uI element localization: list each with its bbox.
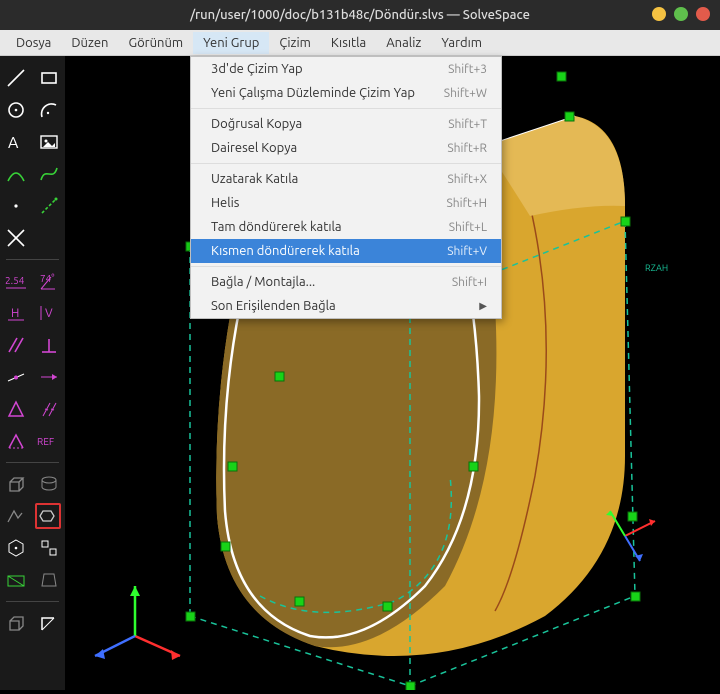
submenu-arrow-icon: ▶ [479,300,487,312]
window-title: /run/user/1000/doc/b131b48c/Döndür.slvs … [190,8,530,22]
line-tool-icon[interactable] [5,67,27,89]
menu-item-shortcut: Shift+V [447,245,487,258]
show-edges-icon[interactable] [38,612,60,634]
svg-text:74°: 74° [40,273,55,284]
menu-çizim[interactable]: Çizim [269,32,321,54]
trim-tool-icon[interactable] [5,227,27,249]
window-controls [652,7,710,21]
svg-text:H: H [11,307,19,320]
horizontal-constraint-icon[interactable]: H [5,302,27,324]
bezier-tool-icon[interactable] [38,163,60,185]
circle-tool-icon[interactable] [5,99,27,121]
menu-item-shortcut: Shift+H [447,197,487,210]
toolbar-spacer [38,227,60,249]
construction-tool-icon[interactable] [38,195,60,217]
menu-item-label: Doğrusal Kopya [211,117,302,131]
menu-item-label: Uzatarak Katıla [211,172,298,186]
tangent-arc-tool-icon[interactable] [5,163,27,185]
symmetric-constraint-icon[interactable] [5,398,27,420]
angle-constraint-icon[interactable]: 74° [37,270,61,292]
revolve-group-icon[interactable] [35,503,61,529]
menu-item-shortcut: Shift+T [448,118,487,131]
svg-text:V: V [45,307,53,320]
toolbar-separator [6,259,59,260]
menu-separator [191,163,501,164]
menu-item-do-rusal-kopya[interactable]: Doğrusal Kopya Shift+T [191,112,501,136]
orient-constraint-icon[interactable] [5,430,27,452]
parallel-constraint-icon[interactable] [5,334,27,356]
rectangle-tool-icon[interactable] [38,67,60,89]
menu-item-tam-d-nd-rerek-kat-la[interactable]: Tam döndürerek katıla Shift+L [191,215,501,239]
extrude-group-icon[interactable] [5,473,27,495]
svg-text:A: A [8,134,19,152]
toolbar-separator [6,601,59,602]
sketch-group-icon[interactable] [4,505,26,527]
menu-item-shortcut: Shift+L [449,221,487,234]
axis-label: RZAH [645,263,668,273]
menu-yardım[interactable]: Yardım [431,32,492,54]
point-on-constraint-icon[interactable] [38,366,60,388]
menu-item-label: Son Erişilenden Bağla [211,299,336,313]
menu-separator [191,266,501,267]
menu-item-label: Helis [211,196,239,210]
new-group-menu: 3d'de Çizim Yap Shift+3 Yeni Çalışma Düzle… [190,56,502,319]
point-tool-icon[interactable] [5,195,27,217]
menu-item-helis[interactable]: Helis Shift+H [191,191,501,215]
perpendicular-constraint-icon[interactable] [38,334,60,356]
menu-item-label: Tam döndürerek katıla [211,220,342,234]
menu-item-label: Kısmen döndürerek katıla [211,244,360,258]
menu-item-shortcut: Shift+W [444,87,487,100]
menu-item-ba-la-montajla-[interactable]: Bağla / Montajla... Shift+I [191,270,501,294]
text-tool-icon[interactable]: A [5,131,27,153]
menu-item-k-smen-d-nd-rerek-kat-la[interactable]: Kısmen döndürerek katıla Shift+V [191,239,501,263]
ortho-view-icon[interactable] [38,537,60,559]
coincident-constraint-icon[interactable] [5,366,27,388]
minimize-button[interactable] [652,7,666,21]
menu-item-uzatarak-kat-la[interactable]: Uzatarak Katıla Shift+X [191,167,501,191]
menu-item-3d-de-izim-yap[interactable]: 3d'de Çizim Yap Shift+3 [191,57,501,81]
lathe-group-icon[interactable] [38,473,60,495]
nearest-iso-icon[interactable] [5,537,27,559]
perspective-icon[interactable] [38,569,60,591]
vertical-constraint-icon[interactable]: V [38,302,60,324]
menu-yeni-grup[interactable]: Yeni Grup [193,32,269,54]
menu-item-label: 3d'de Çizim Yap [211,62,303,76]
svg-text:REF: REF [37,436,54,447]
menu-item-shortcut: Shift+I [452,276,487,289]
menu-analiz[interactable]: Analiz [376,32,431,54]
menu-item-dairesel-kopya[interactable]: Dairesel Kopya Shift+R [191,136,501,160]
menu-kısıtla[interactable]: Kısıtla [321,32,376,54]
arc-tool-icon[interactable] [38,99,60,121]
menu-item-yeni-al-ma-d-zleminde-izim-yap[interactable]: Yeni Çalışma Düzleminde Çizim Yap Shift+W [191,81,501,105]
menu-item-shortcut: Shift+R [447,142,487,155]
menu-dosya[interactable]: Dosya [6,32,61,54]
toolbar-separator [6,462,59,463]
menu-item-label: Dairesel Kopya [211,141,297,155]
menubar: DosyaDüzenGörünümYeni GrupÇizimKısıtlaAn… [0,30,720,56]
workplane-view-icon[interactable] [5,569,27,591]
toolbar: A 2.54 74° H V [0,56,65,690]
menu-separator [191,108,501,109]
orientation-axes-icon [95,586,180,660]
menu-item-label: Yeni Çalışma Düzleminde Çizim Yap [211,86,415,100]
menu-item-son-eri-ilenden-ba-la[interactable]: Son Erişilenden Bağla ▶ [191,294,501,318]
equal-constraint-icon[interactable] [38,398,60,420]
hidden-lines-icon[interactable] [5,612,27,634]
distance-constraint-icon[interactable]: 2.54 [4,270,28,292]
svg-text:2.54: 2.54 [5,275,25,286]
image-tool-icon[interactable] [38,131,60,153]
menu-görünüm[interactable]: Görünüm [118,32,193,54]
menu-item-label: Bağla / Montajla... [211,275,315,289]
menu-item-shortcut: Shift+3 [448,63,487,76]
ref-constraint-icon[interactable]: REF [36,430,60,452]
maximize-button[interactable] [674,7,688,21]
menu-düzen[interactable]: Düzen [61,32,118,54]
titlebar: /run/user/1000/doc/b131b48c/Döndür.slvs … [0,0,720,30]
menu-item-shortcut: Shift+X [447,173,487,186]
close-button[interactable] [696,7,710,21]
